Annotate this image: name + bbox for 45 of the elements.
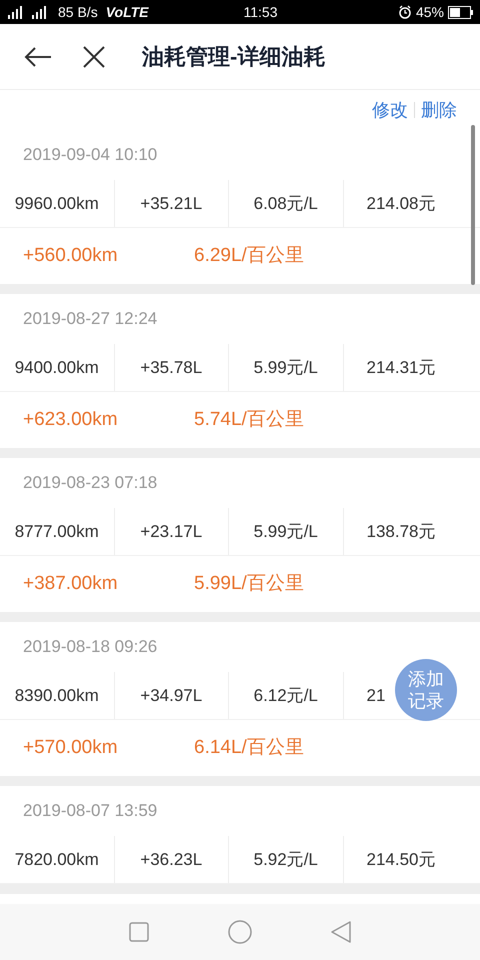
- distance-driven: +560.00km: [23, 244, 119, 268]
- distance-driven: +570.00km: [23, 736, 119, 760]
- fuel-consumption: 6.14L/百公里: [194, 736, 304, 760]
- circle-icon[interactable]: [228, 920, 252, 944]
- fuel-consumption: 5.99L/百公里: [194, 572, 304, 596]
- action-link[interactable]: 修改: [372, 96, 408, 124]
- total-cost: 214.31元: [366, 356, 436, 379]
- fuel-price: 6.12元/L: [254, 684, 318, 707]
- fuel-amount: +35.78L: [140, 356, 202, 379]
- square-icon[interactable]: [129, 922, 150, 942]
- total-cost: 214.08元: [366, 192, 436, 215]
- odometer-reading: 8777.00km: [14, 520, 99, 543]
- fuel-price: 6.08元/L: [254, 192, 318, 215]
- fuel-price: 5.99元/L: [254, 520, 318, 543]
- distance-driven: +623.00km: [23, 408, 119, 432]
- record-date: 2019-08-23 07:18: [23, 472, 158, 494]
- fuel-amount: +23.17L: [140, 520, 202, 543]
- fuel-price: 5.92元/L: [254, 848, 318, 871]
- clock-time: 11:53: [243, 2, 278, 22]
- triangle-icon[interactable]: [330, 921, 351, 943]
- fuel-price: 5.99元/L: [254, 356, 318, 379]
- odometer-reading: 8390.00km: [14, 684, 99, 707]
- battery-percent: 45%: [416, 2, 444, 22]
- odometer-reading: 9400.00km: [14, 356, 99, 379]
- record-date: 2019-08-27 12:24: [23, 308, 158, 330]
- total-cost: 21: [366, 684, 386, 707]
- record-date: 2019-08-07 13:59: [23, 800, 158, 822]
- fuel-amount: +36.23L: [140, 848, 202, 871]
- page-title: 油耗管理-详细油耗: [142, 43, 326, 71]
- fuel-amount: +35.21L: [140, 192, 202, 215]
- fuel-amount: +34.97L: [140, 684, 202, 707]
- odometer-reading: 7820.00km: [14, 848, 99, 871]
- fuel-consumption: 6.29L/百公里: [194, 244, 304, 268]
- alarm-icon: [398, 5, 412, 19]
- network-type: VoLTE: [106, 2, 148, 22]
- fuel-consumption: 5.74L/百公里: [194, 408, 304, 432]
- odometer-reading: 9960.00km: [14, 192, 99, 215]
- record-date: 2019-09-04 10:10: [23, 144, 158, 166]
- network-speed: 85 B/s: [58, 2, 98, 22]
- total-cost: 138.78元: [366, 520, 436, 543]
- record-date: 2019-08-18 09:26: [23, 636, 158, 658]
- total-cost: 214.50元: [366, 848, 436, 871]
- action-link[interactable]: 删除: [421, 96, 457, 124]
- battery-icon: [448, 6, 474, 18]
- distance-driven: +387.00km: [23, 572, 119, 596]
